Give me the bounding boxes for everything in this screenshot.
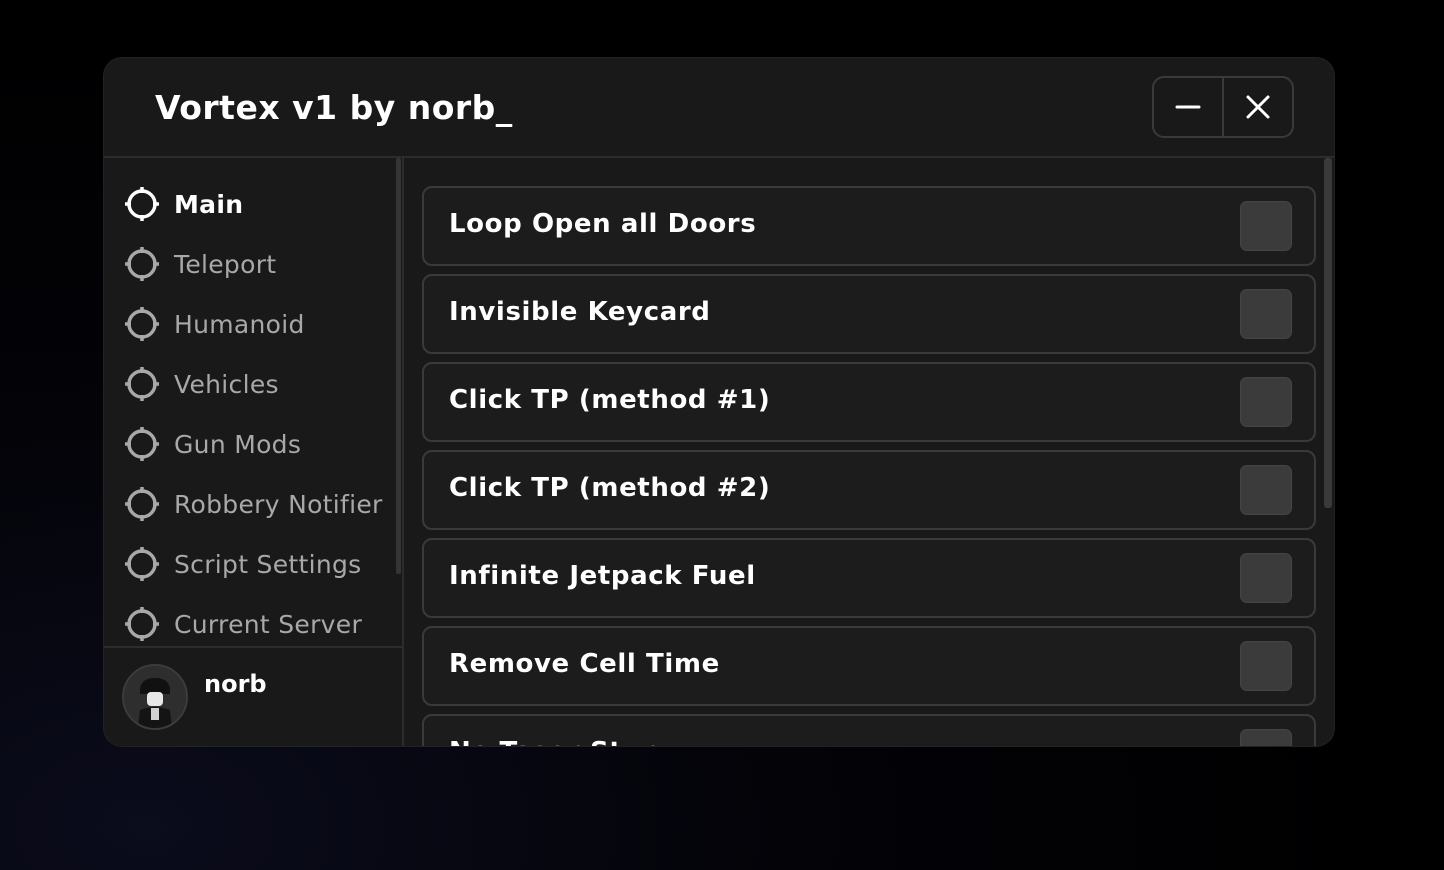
toggle-checkbox[interactable] [1240,729,1292,746]
sidebar: Main Teleport Humanoid Vehicles Gun Mods [104,158,404,746]
sidebar-item-label: Main [174,189,244,219]
toggle-checkbox[interactable] [1240,641,1292,691]
sidebar-item-gun-mods[interactable]: Gun Mods [124,422,394,466]
toggle-label: Click TP (method #1) [449,385,771,415]
crosshair-icon [124,306,160,342]
minimize-icon [1175,105,1201,109]
toggle-label: Infinite Jetpack Fuel [449,561,756,591]
sidebar-item-label: Vehicles [174,369,279,399]
avatar-icon [124,666,186,728]
sidebar-item-label: Current Server [174,609,363,639]
toggle-checkbox[interactable] [1240,201,1292,251]
window-title: Vortex v1 by norb_ [155,88,513,127]
sidebar-item-current-server[interactable]: Current Server [124,602,394,646]
sidebar-item-robbery-notifier[interactable]: Robbery Notifier [124,482,394,526]
crosshair-icon [124,186,160,222]
crosshair-icon [124,366,160,402]
script-window: Vortex v1 by norb_ Main Teleport Humanoi… [104,58,1334,746]
sidebar-item-main[interactable]: Main [124,182,394,226]
main-content: Loop Open all Doors Invisible Keycard Cl… [404,158,1334,746]
sidebar-item-label: Script Settings [174,549,362,579]
username: norb [204,670,267,698]
sidebar-item-vehicles[interactable]: Vehicles [124,362,394,406]
toggle-checkbox[interactable] [1240,465,1292,515]
user-panel: norb [104,648,402,746]
toggle-row[interactable]: Invisible Keycard [422,274,1316,354]
crosshair-icon [124,606,160,642]
sidebar-item-label: Robbery Notifier [174,489,383,519]
sidebar-scrollbar[interactable] [396,158,401,574]
crosshair-icon [124,246,160,282]
toggle-label: Remove Cell Time [449,649,720,679]
title-bar[interactable]: Vortex v1 by norb_ [104,58,1334,158]
crosshair-icon [124,426,160,462]
close-button[interactable] [1222,78,1292,136]
sidebar-item-script-settings[interactable]: Script Settings [124,542,394,586]
toggle-checkbox[interactable] [1240,377,1292,427]
sidebar-item-humanoid[interactable]: Humanoid [124,302,394,346]
sidebar-item-label: Humanoid [174,309,305,339]
toggle-row[interactable]: Loop Open all Doors [422,186,1316,266]
toggle-checkbox[interactable] [1240,553,1292,603]
toggle-row[interactable]: Remove Cell Time [422,626,1316,706]
minimize-button[interactable] [1154,78,1222,136]
sidebar-item-label: Teleport [174,249,277,279]
toggle-row[interactable]: Infinite Jetpack Fuel [422,538,1316,618]
crosshair-icon [124,486,160,522]
toggle-row[interactable]: Click TP (method #2) [422,450,1316,530]
close-icon [1246,95,1270,119]
toggle-row[interactable]: No Taser Stun [422,714,1316,746]
toggle-label: No Taser Stun [449,737,661,746]
toggle-label: Invisible Keycard [449,297,711,327]
toggle-row[interactable]: Click TP (method #1) [422,362,1316,442]
content-scrollbar[interactable] [1324,158,1332,508]
window-controls [1152,76,1294,138]
toggle-label: Click TP (method #2) [449,473,771,503]
toggle-checkbox[interactable] [1240,289,1292,339]
sidebar-item-label: Gun Mods [174,429,302,459]
crosshair-icon [124,546,160,582]
toggle-label: Loop Open all Doors [449,209,757,239]
sidebar-item-teleport[interactable]: Teleport [124,242,394,286]
avatar [122,664,188,730]
